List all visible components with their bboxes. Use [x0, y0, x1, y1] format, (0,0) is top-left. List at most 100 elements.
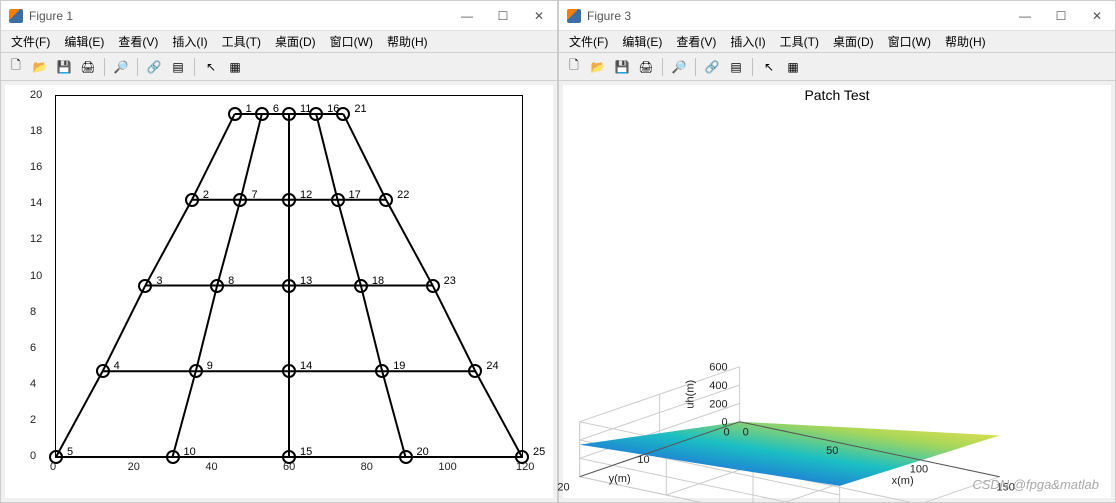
mesh-node [336, 107, 350, 121]
axes-3d[interactable]: 050100150010200200400600x(m)y(m)uh(m) [603, 95, 1091, 458]
menu-window[interactable]: 窗口(W) [882, 31, 937, 52]
mesh-node [138, 279, 152, 293]
close-icon[interactable]: ✕ [1087, 9, 1107, 23]
colorbar-icon[interactable]: ▤ [725, 56, 747, 78]
node-label: 12 [300, 189, 312, 201]
xtick-label: 0 [50, 461, 56, 473]
ytick-label: 20 [30, 89, 42, 101]
menubar-3: 文件(F) 编辑(E) 查看(V) 插入(I) 工具(T) 桌面(D) 窗口(W… [559, 31, 1115, 53]
ytick-label: 12 [30, 233, 42, 245]
menu-help[interactable]: 帮助(H) [381, 31, 434, 52]
node-label: 21 [354, 103, 366, 115]
node-label: 15 [300, 446, 312, 458]
menu-desktop[interactable]: 桌面(D) [827, 31, 880, 52]
close-icon[interactable]: ✕ [529, 9, 549, 23]
menu-help[interactable]: 帮助(H) [939, 31, 992, 52]
mesh-node [233, 193, 247, 207]
menu-insert[interactable]: 插入(I) [166, 31, 213, 52]
mesh-node [379, 193, 393, 207]
ytick-label: 4 [30, 378, 36, 390]
menu-view[interactable]: 查看(V) [112, 31, 164, 52]
node-label: 23 [444, 275, 456, 287]
menu-view[interactable]: 查看(V) [670, 31, 722, 52]
mesh-node [228, 107, 242, 121]
ztick-label: 0 [722, 417, 728, 429]
ytick-label: 16 [30, 161, 42, 173]
mesh-node [399, 450, 413, 464]
save-icon[interactable]: 💾 [611, 56, 633, 78]
plot-area-3: Patch Test 050100150010200200400600x(m)y… [563, 85, 1111, 498]
mesh-node [282, 364, 296, 378]
maximize-icon[interactable]: ☐ [1051, 9, 1071, 23]
open-icon[interactable]: 📂 [587, 56, 609, 78]
minimize-icon[interactable]: — [457, 9, 477, 23]
ytick-label: 10 [637, 454, 649, 466]
print-icon[interactable]: 🖨 [635, 56, 657, 78]
mesh-node [375, 364, 389, 378]
node-label: 10 [184, 446, 196, 458]
titlebar-3: Figure 3 — ☐ ✕ [559, 1, 1115, 31]
link-icon[interactable]: 🔗 [143, 56, 165, 78]
pointer-icon[interactable]: ↖ [758, 56, 780, 78]
menu-file[interactable]: 文件(F) [5, 31, 56, 52]
node-label: 20 [417, 446, 429, 458]
axes-2d[interactable]: 1611162127121722381318234914192451015202… [55, 95, 523, 458]
menu-edit[interactable]: 编辑(E) [58, 31, 110, 52]
ytick-label: 10 [30, 270, 42, 282]
window-title: Figure 1 [29, 9, 73, 23]
new-file-icon[interactable]: 🗋 [5, 56, 27, 78]
save-icon[interactable]: 💾 [53, 56, 75, 78]
menu-edit[interactable]: 编辑(E) [616, 31, 668, 52]
xtick-label: 80 [361, 461, 373, 473]
new-file-icon[interactable]: 🗋 [563, 56, 585, 78]
xtick-label: 0 [743, 427, 749, 439]
minimize-icon[interactable]: — [1015, 9, 1035, 23]
matlab-icon [567, 9, 581, 23]
node-label: 1 [246, 103, 252, 115]
node-label: 14 [300, 360, 312, 372]
figure-1-window: Figure 1 — ☐ ✕ 文件(F) 编辑(E) 查看(V) 插入(I) 工… [0, 0, 558, 503]
mesh-node [354, 279, 368, 293]
menu-desktop[interactable]: 桌面(D) [269, 31, 322, 52]
mesh-node [309, 107, 323, 121]
node-label: 5 [67, 446, 73, 458]
node-label: 17 [349, 189, 361, 201]
menu-tools[interactable]: 工具(T) [774, 31, 825, 52]
colorbar-icon[interactable]: ▤ [167, 56, 189, 78]
toolbar-1: 🗋📂💾🖨 🔎 🔗▤ ↖▦ [1, 53, 557, 81]
matlab-icon [9, 9, 23, 23]
node-label: 2 [203, 189, 209, 201]
ytick-label: 20 [557, 482, 569, 494]
figure-3-window: Figure 3 — ☐ ✕ 文件(F) 编辑(E) 查看(V) 插入(I) 工… [558, 0, 1116, 503]
mesh-node [210, 279, 224, 293]
menu-file[interactable]: 文件(F) [563, 31, 614, 52]
toolbar-3: 🗋📂💾🖨 🔎 🔗▤ ↖▦ [559, 53, 1115, 81]
node-label: 9 [207, 360, 213, 372]
menu-window[interactable]: 窗口(W) [324, 31, 379, 52]
link-icon[interactable]: 🔗 [701, 56, 723, 78]
xtick-label: 120 [516, 461, 534, 473]
menu-tools[interactable]: 工具(T) [216, 31, 267, 52]
xtick-label: 40 [205, 461, 217, 473]
menu-insert[interactable]: 插入(I) [724, 31, 771, 52]
ytick-label: 6 [30, 342, 36, 354]
mesh-node [282, 193, 296, 207]
node-label: 6 [273, 103, 279, 115]
node-label: 4 [114, 360, 120, 372]
ytick-label: 0 [30, 450, 36, 462]
print-icon[interactable]: 🖨 [77, 56, 99, 78]
pointer-icon[interactable]: ↖ [200, 56, 222, 78]
layout-icon[interactable]: ▦ [782, 56, 804, 78]
ytick-label: 14 [30, 197, 42, 209]
xtick-label: 50 [826, 445, 838, 457]
layout-icon[interactable]: ▦ [224, 56, 246, 78]
mesh-node [255, 107, 269, 121]
datacursor-icon[interactable]: 🔎 [110, 56, 132, 78]
maximize-icon[interactable]: ☐ [493, 9, 513, 23]
open-icon[interactable]: 📂 [29, 56, 51, 78]
ytick-label: 8 [30, 306, 36, 318]
node-label: 3 [156, 275, 162, 287]
node-label: 7 [251, 189, 257, 201]
mesh-node [185, 193, 199, 207]
datacursor-icon[interactable]: 🔎 [668, 56, 690, 78]
